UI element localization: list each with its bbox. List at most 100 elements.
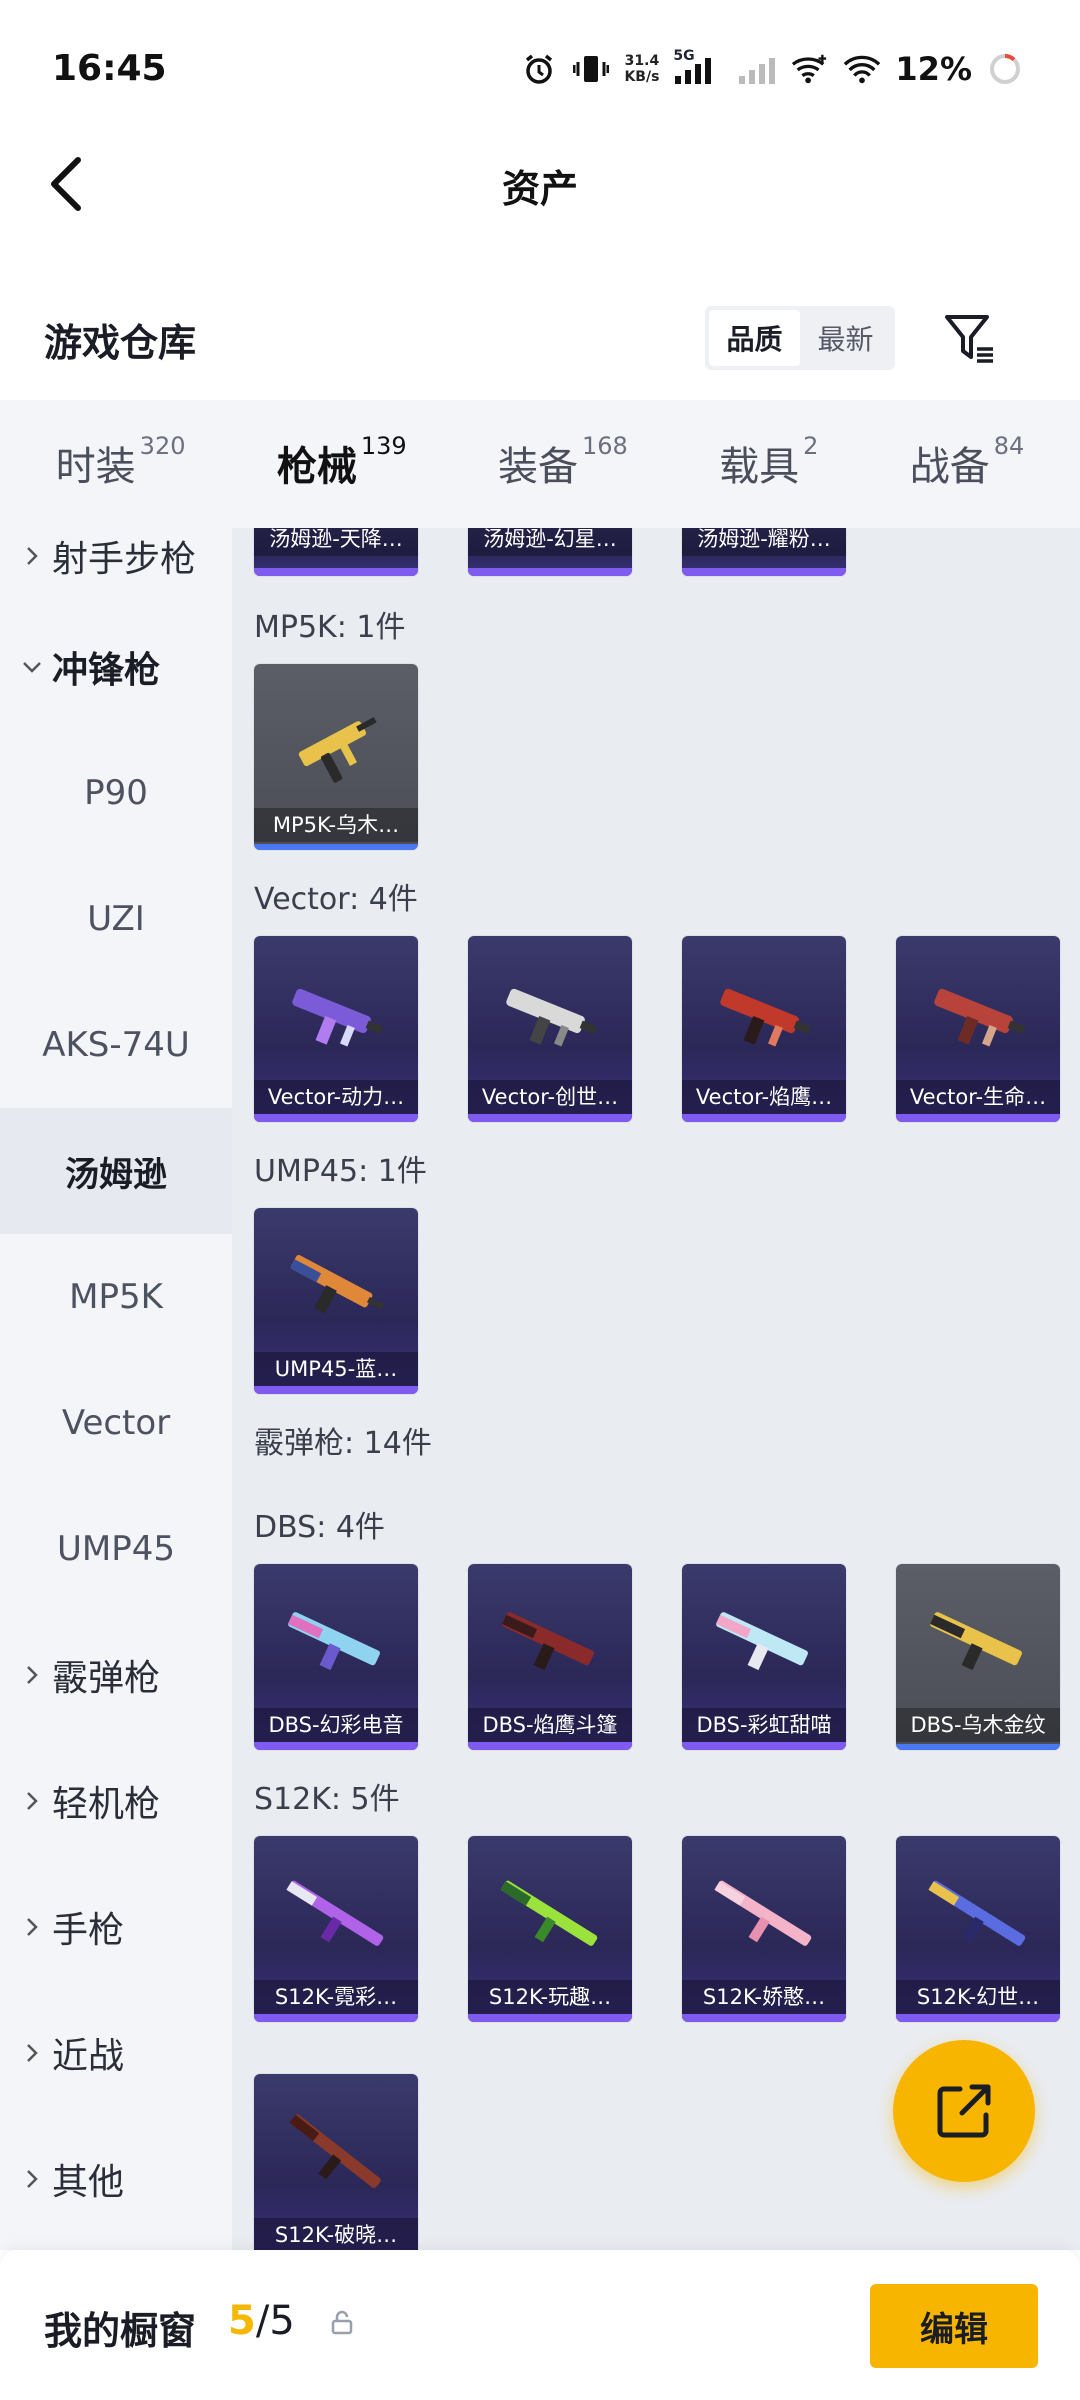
item-card-name: Vector-生命… [896,1080,1060,1114]
header: 资产 [0,140,1080,230]
rarity-bar [468,2014,632,2022]
chevron-right-icon [22,2169,42,2189]
item-card[interactable]: MP5K-乌木… [254,664,418,850]
status-icons: 31.4 KB/s 5G 12% [520,46,1024,92]
rarity-bar [896,1114,1060,1122]
item-card[interactable]: Vector-焰鹰… [682,936,846,1122]
signal-icon: 5G [673,48,723,88]
item-card[interactable]: UMP45-蓝… [254,1208,418,1394]
smg-icon [692,956,836,1076]
chevron-right-icon [22,2043,42,2063]
rarity-bar [682,1114,846,1122]
item-card[interactable]: DBS-彩虹甜喵 [682,1564,846,1750]
item-card[interactable]: 汤姆逊-幻星… [468,528,632,576]
filter-button[interactable] [940,308,1000,368]
sidebar-item-melee[interactable]: 近战 [0,1990,232,2116]
item-card-name: DBS-焰鹰斗篷 [468,1708,632,1742]
sidebar-item-lmg[interactable]: 轻机枪 [0,1738,232,1864]
tab-count: 320 [139,432,186,460]
item-card[interactable]: S12K-玩趣… [468,1836,632,2022]
item-card-name: Vector-创世… [468,1080,632,1114]
item-card[interactable]: DBS-乌木金纹 [896,1564,1060,1750]
item-card[interactable]: S12K-霓彩… [254,1836,418,2022]
tab-vehicles[interactable]: 载具 2 [719,432,818,494]
item-card[interactable]: S12K-娇憨… [682,1836,846,2022]
group-title: 霰弹枪: 14件 [254,1426,432,1461]
tab-count: 168 [581,432,628,460]
tab-count: 139 [360,432,407,460]
rarity-bar [682,2014,846,2022]
sidebar-item-vector[interactable]: Vector [0,1360,232,1486]
status-bar: 16:45 31.4 KB/s 5G 12% [0,0,1080,140]
item-grid: 汤姆逊-天降… 汤姆逊-幻星… 汤姆逊-耀粉… MP5K: 1件 MP5K-乌木… [232,528,1080,2250]
shotgun-icon [478,1584,622,1704]
item-card[interactable]: Vector-动力… [254,936,418,1122]
sidebar-item-mp5k[interactable]: MP5K [0,1234,232,1360]
tab-count: 84 [993,432,1025,460]
sidebar-item-aks74u[interactable]: AKS-74U [0,982,232,1108]
rarity-bar [682,1742,846,1750]
battery-percent: 12% [895,50,972,88]
sidebar-item-p90[interactable]: P90 [0,730,232,856]
item-card[interactable]: Vector-生命… [896,936,1060,1122]
edit-button[interactable]: 编辑 [870,2284,1038,2368]
item-card[interactable]: Vector-创世… [468,936,632,1122]
sort-option-newest[interactable]: 最新 [800,310,891,366]
item-card-name: S12K-幻世… [896,1980,1060,2014]
rarity-bar [254,844,418,850]
item-card[interactable]: 汤姆逊-耀粉… [682,528,846,576]
sidebar-item-label: 霰弹枪 [52,1658,161,1699]
tab-fashion[interactable]: 时装 320 [56,432,186,494]
group-title: MP5K: 1件 [254,610,406,645]
item-card[interactable]: 汤姆逊-天降… [254,528,418,576]
chevron-right-icon [22,546,42,566]
sidebar-item-pistol[interactable]: 手枪 [0,1864,232,1990]
tab-tactical[interactable]: 战备 84 [910,432,1025,494]
item-card[interactable]: S12K-幻世… [896,1836,1060,2022]
sidebar-item-label: UZI [87,899,145,939]
battery-icon [986,50,1024,88]
sidebar-item-uzi[interactable]: UZI [0,856,232,982]
item-card[interactable]: DBS-幻彩电音 [254,1564,418,1750]
net-speed-unit: KB/s [624,69,660,85]
item-card-name: 汤姆逊-天降… [254,528,418,556]
item-card-name: 汤姆逊-耀粉… [682,528,846,556]
sidebar-item-smg[interactable]: 冲锋枪 [0,604,232,730]
tab-label: 载具 [719,444,800,490]
sidebar-item-label: 轻机枪 [52,1784,161,1825]
rarity-bar [254,1742,418,1750]
share-button[interactable] [893,2040,1035,2182]
item-card-name: S12K-玩趣… [468,1980,632,2014]
sidebar-item-ump45[interactable]: UMP45 [0,1486,232,1612]
sidebar-item-label: UMP45 [57,1529,175,1569]
sidebar-item-marksman-rifle[interactable]: 射手步枪 [0,528,232,604]
shotgun-icon [906,1856,1050,1976]
showcase-bar: 我的橱窗 5/5 编辑 [0,2250,1080,2400]
warehouse-title: 游戏仓库 [44,321,197,365]
group-title: DBS: 4件 [254,1510,385,1545]
shotgun-icon [906,1584,1050,1704]
item-card-name: Vector-动力… [254,1080,418,1114]
sidebar-item-shotgun[interactable]: 霰弹枪 [0,1612,232,1738]
sidebar-item-label: 其他 [52,2162,125,2203]
tab-guns[interactable]: 枪械 139 [277,432,407,538]
sidebar-item-other[interactable]: 其他 [0,2116,232,2242]
net-speed-value: 31.4 [624,53,660,69]
smg-icon [264,956,408,1076]
showcase-label: 我的橱窗 [44,2309,197,2353]
item-card[interactable]: DBS-焰鹰斗篷 [468,1564,632,1750]
wifi-plus-icon [791,50,829,88]
network-type: 5G [673,48,695,64]
sort-option-quality[interactable]: 品质 [709,310,800,366]
item-card-name: Vector-焰鹰… [682,1080,846,1114]
item-card[interactable]: S12K-破晓… [254,2074,418,2250]
sort-toggle: 品质 最新 [705,306,895,370]
wifi-icon [843,50,881,88]
tab-equipment[interactable]: 装备 168 [498,432,628,494]
page-title: 资产 [501,167,578,211]
item-card-name: S12K-破晓… [254,2218,418,2250]
group-title: UMP45: 1件 [254,1154,427,1189]
smg-icon [906,956,1050,1076]
sidebar-item-label: 手枪 [52,1910,125,1951]
sidebar-item-thompson[interactable]: 汤姆逊 [0,1108,232,1234]
